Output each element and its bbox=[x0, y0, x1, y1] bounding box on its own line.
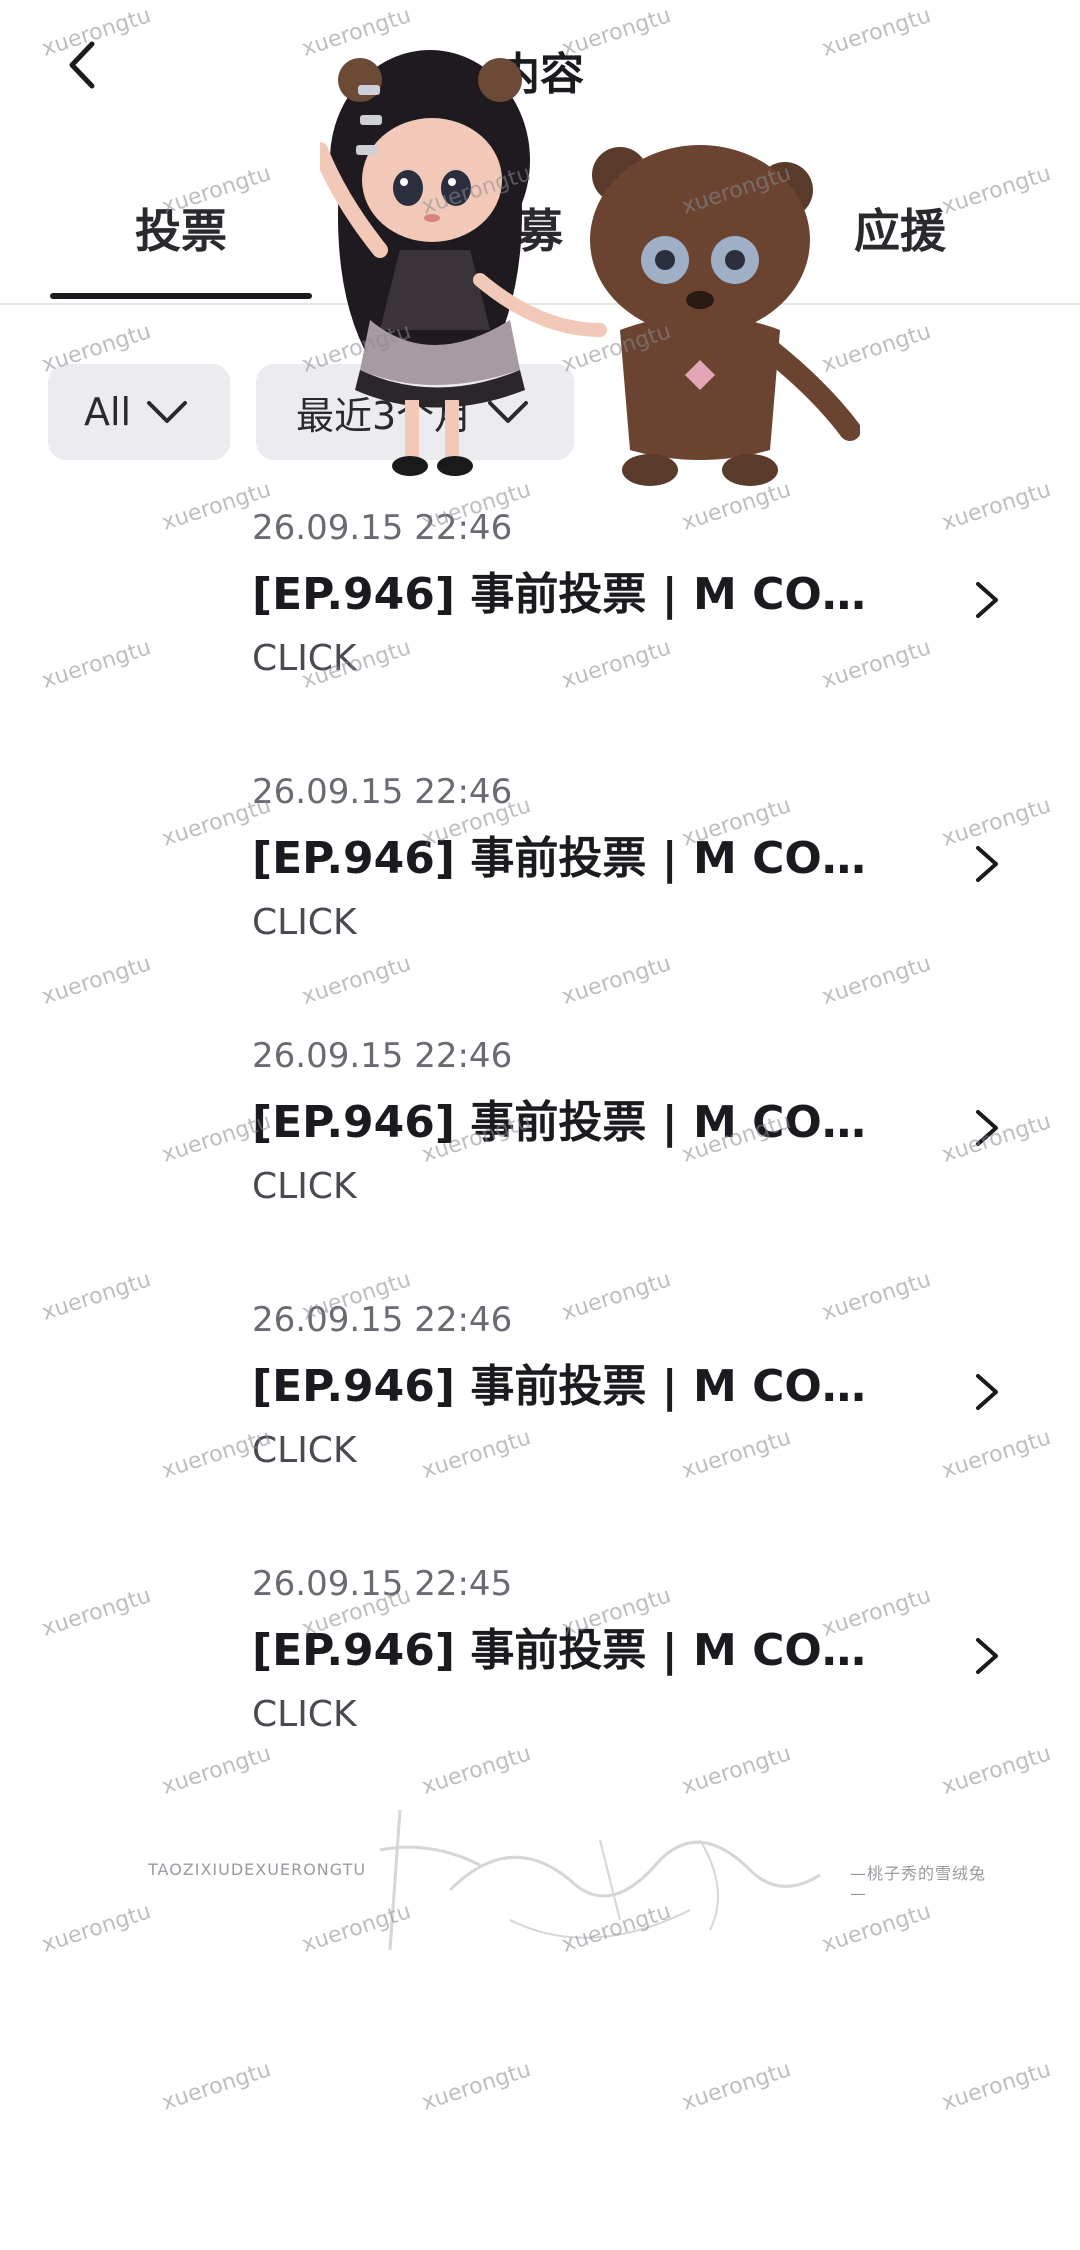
chevron-right-icon bbox=[976, 1374, 998, 1410]
signature-left-text: TAOZIXIUDEXUERONGTU bbox=[148, 1860, 367, 1879]
watermark-text: xuerongtu bbox=[158, 2057, 275, 2116]
item-title: [EP.946] 事前投票 | M COU... bbox=[252, 833, 872, 884]
active-tab-indicator bbox=[50, 293, 312, 299]
item-source: CLICK bbox=[252, 1166, 357, 1207]
item-date: 26.09.15 22:46 bbox=[252, 772, 513, 812]
item-date: 26.09.15 22:46 bbox=[252, 1300, 513, 1340]
type-filter-label: All bbox=[84, 390, 132, 434]
chevron-down-icon bbox=[147, 401, 188, 423]
watermark-text: xuerongtu bbox=[418, 2057, 535, 2116]
watermark-text: xuerongtu bbox=[38, 1899, 155, 1958]
type-filter-dropdown[interactable]: All bbox=[48, 364, 230, 460]
item-title: [EP.946] 事前投票 | M COU... bbox=[252, 1361, 872, 1412]
watermark-text: xuerongtu bbox=[558, 319, 675, 378]
item-source: CLICK bbox=[252, 1694, 357, 1735]
period-filter-label: 最近3个月 bbox=[296, 393, 473, 438]
list-item[interactable]: 26.09.15 22:46 [EP.946] 事前投票 | M COU... … bbox=[0, 500, 1080, 720]
list-item[interactable]: 26.09.15 22:46 [EP.946] 事前投票 | M COU... … bbox=[0, 1028, 1080, 1248]
item-date: 26.09.15 22:46 bbox=[252, 1036, 513, 1076]
item-title: [EP.946] 事前投票 | M COU... bbox=[252, 569, 872, 620]
period-filter-dropdown[interactable]: 最近3个月 bbox=[256, 364, 574, 460]
watermark-text: xuerongtu bbox=[678, 2057, 795, 2116]
signature-right-text: —桃子秀的雪绒兔— bbox=[850, 1864, 987, 1903]
chevron-right-icon bbox=[976, 846, 998, 882]
chevron-right-icon bbox=[976, 1638, 998, 1674]
list-item[interactable]: 26.09.15 22:46 [EP.946] 事前投票 | M COU... … bbox=[0, 764, 1080, 984]
watermark-text: xuerongtu bbox=[938, 2057, 1055, 2116]
item-source: CLICK bbox=[252, 902, 357, 943]
chevron-down-icon bbox=[488, 401, 529, 423]
chevron-right-icon bbox=[976, 582, 998, 618]
list-item[interactable]: 26.09.15 22:46 [EP.946] 事前投票 | M COU... … bbox=[0, 1292, 1080, 1512]
watermark-text: xuerongtu bbox=[818, 319, 935, 378]
page-title: 内容 bbox=[496, 49, 584, 100]
